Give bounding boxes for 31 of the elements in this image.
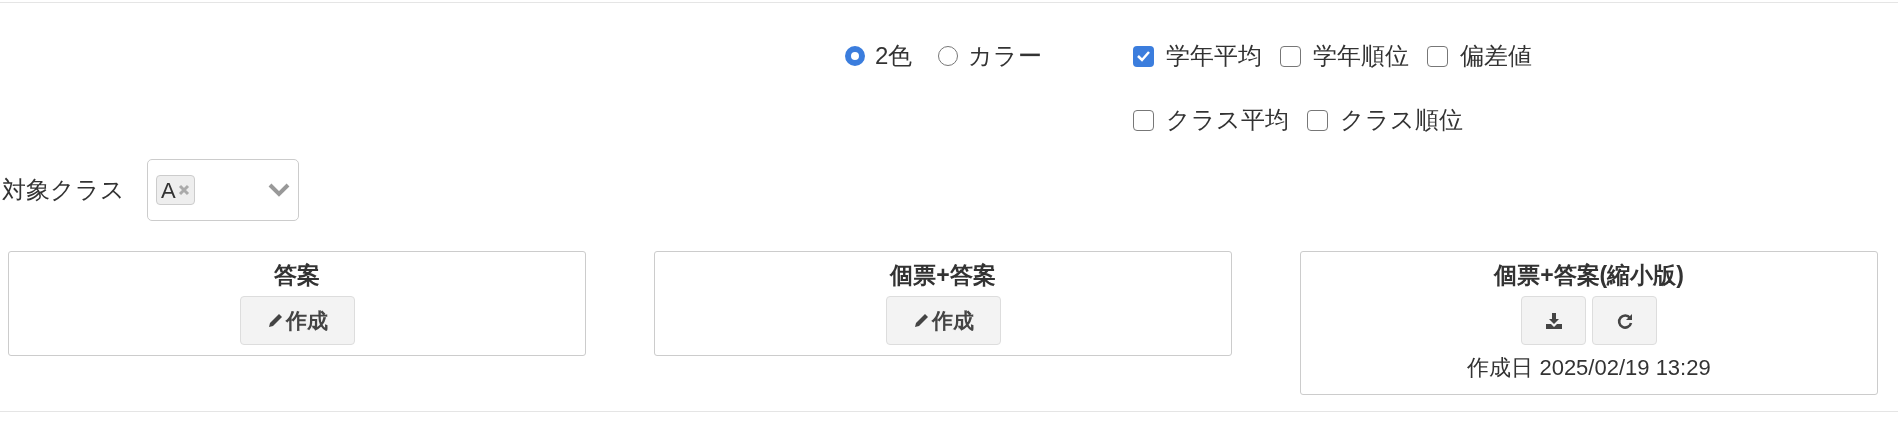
- class-tag: A: [156, 175, 195, 205]
- chevron-icon: [268, 183, 290, 197]
- download-button[interactable]: [1521, 296, 1586, 345]
- checkbox[interactable]: [1307, 109, 1328, 131]
- checkbox-label: 偏差値: [1460, 41, 1532, 71]
- pencil-icon: [266, 311, 284, 330]
- field-label: 対象クラス: [2, 175, 125, 205]
- checkbox[interactable]: [1133, 109, 1154, 131]
- checkbox-label: クラス平均: [1166, 105, 1289, 135]
- radio-button[interactable]: [938, 46, 959, 66]
- created-date: 作成日 2025/02/19 13:29: [1467, 354, 1711, 382]
- card-title: 答案: [274, 261, 320, 290]
- card-title: 個票+答案(縮小版): [1494, 261, 1684, 290]
- radio-button[interactable]: [845, 46, 865, 66]
- check-icon: [1136, 50, 1151, 62]
- checkbox[interactable]: [1427, 45, 1448, 67]
- card-title: 個票+答案: [890, 261, 996, 290]
- checkbox-label: クラス順位: [1340, 105, 1463, 135]
- radio-label: 2色: [875, 41, 913, 71]
- download-icon: [1544, 311, 1563, 330]
- checkbox[interactable]: [1280, 45, 1301, 67]
- refresh-icon: [1615, 311, 1634, 330]
- pencil-icon: [912, 311, 930, 330]
- radio-label: カラー: [968, 41, 1043, 71]
- refresh-button[interactable]: [1592, 296, 1657, 345]
- checkbox[interactable]: [1133, 45, 1154, 67]
- create-button[interactable]: 作成: [885, 296, 1001, 345]
- class-select[interactable]: A: [147, 159, 299, 221]
- checkbox-label: 学年順位: [1313, 41, 1409, 71]
- checkbox-label: 学年平均: [1166, 41, 1262, 71]
- create-button[interactable]: 作成: [239, 296, 355, 345]
